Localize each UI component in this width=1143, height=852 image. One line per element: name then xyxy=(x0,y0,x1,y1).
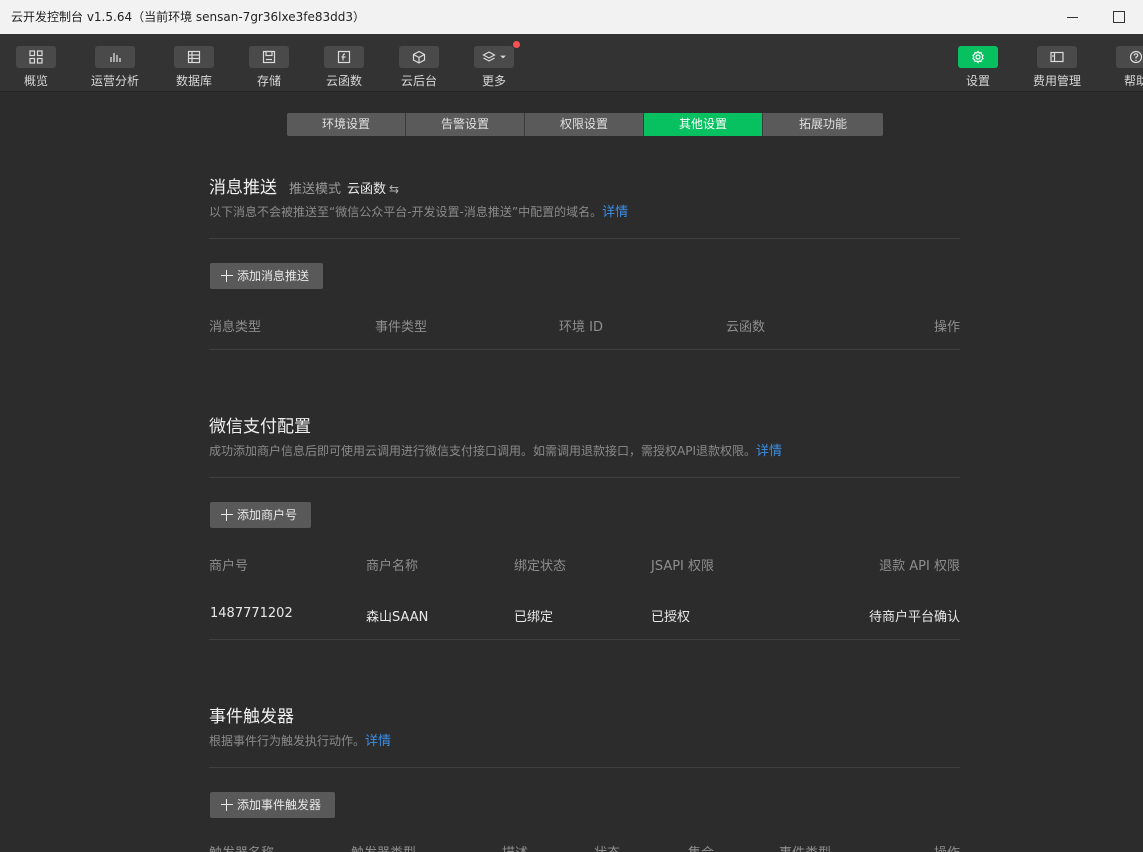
title-bar: 云开发控制台 v1.5.64（当前环境 sensan-7gr36lxe3fe83… xyxy=(0,0,1143,34)
divider xyxy=(209,639,960,640)
billing-icon xyxy=(1050,51,1064,63)
column-header: 事件类型 xyxy=(779,842,831,852)
bind-status: 已绑定 xyxy=(514,610,554,625)
toolbar-label: 概览 xyxy=(23,74,48,88)
window-title: 云开发控制台 v1.5.64（当前环境 sensan-7gr36lxe3fe83… xyxy=(11,10,365,24)
column-header: 消息类型 xyxy=(209,320,262,335)
push-description: 以下消息不会被推送至“微信公众平台-开发设置-消息推送”中配置的域名。详情 xyxy=(209,201,628,220)
toolbar: 概览 运营分析 数据库 存储 云函数 云后台 更多 设置 费用管理 帮助 xyxy=(0,34,1143,92)
layers-icon xyxy=(482,51,496,62)
toolbar-cloud-backend-button[interactable]: 云后台 xyxy=(379,34,459,92)
toolbar-label: 帮助 xyxy=(1123,74,1143,88)
column-header: 操作 xyxy=(933,320,960,335)
merchant-name: 森山SAAN xyxy=(366,610,429,625)
pay-description: 成功添加商户信息后即可使用云调用进行微信支付接口调用。如需调用退款接口，需授权A… xyxy=(209,440,782,459)
toolbar-billing-button[interactable]: 费用管理 xyxy=(1017,34,1097,92)
function-icon xyxy=(337,50,351,64)
column-header: 绑定状态 xyxy=(514,559,567,574)
minimize-button[interactable] xyxy=(1050,0,1096,34)
column-header: 环境 ID xyxy=(559,320,603,335)
plus-icon xyxy=(221,799,233,811)
divider xyxy=(209,767,960,768)
divider xyxy=(209,238,960,239)
toolbar-storage-button[interactable]: 存储 xyxy=(229,34,309,92)
plus-icon xyxy=(221,270,233,282)
push-section-title: 消息推送 推送模式 云函数 ⇆ xyxy=(209,173,399,198)
toolbar-label: 云后台 xyxy=(400,74,437,88)
pay-section-title: 微信支付配置 xyxy=(209,417,311,437)
divider xyxy=(209,477,960,478)
tab-environment-settings[interactable]: 环境设置 xyxy=(287,113,406,136)
column-header: 触发器名称 xyxy=(209,842,274,852)
column-header: 退款 API 权限 xyxy=(879,559,960,574)
tab-alert-settings[interactable]: 告警设置 xyxy=(406,113,525,136)
trigger-detail-link[interactable]: 详情 xyxy=(365,734,391,749)
column-header: 云函数 xyxy=(726,320,766,335)
push-desc-text: 以下消息不会被推送至“微信公众平台-开发设置-消息推送”中配置的域名。 xyxy=(209,205,603,219)
add-merchant-button[interactable]: 添加商户号 xyxy=(210,502,312,528)
tab-extensions[interactable]: 拓展功能 xyxy=(763,113,883,136)
toolbar-label: 数据库 xyxy=(175,74,212,88)
chevron-down-icon xyxy=(500,55,506,59)
help-icon xyxy=(1129,50,1143,64)
bar-chart-icon xyxy=(110,53,121,62)
tab-permission-settings[interactable]: 权限设置 xyxy=(525,113,644,136)
column-header: 操作 xyxy=(934,842,960,852)
push-detail-link[interactable]: 详情 xyxy=(602,205,628,220)
cube-icon xyxy=(412,50,426,64)
add-trigger-button[interactable]: 添加事件触发器 xyxy=(210,792,336,818)
storage-icon xyxy=(262,50,276,64)
database-icon xyxy=(187,50,201,64)
add-push-button[interactable]: 添加消息推送 xyxy=(210,263,324,289)
trigger-desc-text: 根据事件行为触发执行动作。 xyxy=(209,734,366,748)
add-merchant-label: 添加商户号 xyxy=(237,508,298,522)
grid-icon xyxy=(29,50,43,64)
toolbar-label: 费用管理 xyxy=(1032,74,1081,88)
column-header: 集合 xyxy=(688,842,714,852)
add-push-label: 添加消息推送 xyxy=(237,269,310,283)
toolbar-overview-button[interactable]: 概览 xyxy=(0,34,76,92)
toolbar-help-button[interactable]: 帮助 xyxy=(1096,34,1143,92)
swap-icon[interactable]: ⇆ xyxy=(389,182,399,196)
toolbar-label: 云函数 xyxy=(325,74,362,88)
toolbar-functions-button[interactable]: 云函数 xyxy=(304,34,384,92)
toolbar-database-button[interactable]: 数据库 xyxy=(154,34,234,92)
column-header: JSAPI 权限 xyxy=(651,559,715,574)
trigger-section-title: 事件触发器 xyxy=(209,707,294,727)
gear-icon xyxy=(972,50,984,64)
toolbar-more-button[interactable]: 更多 xyxy=(454,34,534,92)
toolbar-settings-button[interactable]: 设置 xyxy=(938,34,1018,92)
merchant-id: 1487771202 xyxy=(210,606,293,621)
divider xyxy=(209,349,960,350)
column-header: 事件类型 xyxy=(375,320,428,335)
column-header: 商户名称 xyxy=(366,559,419,574)
add-trigger-label: 添加事件触发器 xyxy=(237,798,322,812)
toolbar-label: 设置 xyxy=(965,74,990,88)
toolbar-label: 更多 xyxy=(481,74,506,88)
pay-desc-text: 成功添加商户信息后即可使用云调用进行微信支付接口调用。如需调用退款接口，需授权A… xyxy=(209,444,756,458)
column-header: 触发器类型 xyxy=(351,842,416,852)
jsapi-status: 已授权 xyxy=(651,610,691,625)
refund-api-status: 待商户平台确认 xyxy=(868,610,960,625)
maximize-button[interactable] xyxy=(1095,0,1141,34)
column-header: 商户号 xyxy=(209,559,249,574)
push-mode-value[interactable]: 云函数 xyxy=(347,182,386,197)
push-title: 消息推送 xyxy=(209,178,277,198)
push-mode-label: 推送模式 xyxy=(289,182,342,197)
column-header: 描述 xyxy=(502,842,528,852)
toolbar-label: 存储 xyxy=(256,74,281,88)
toolbar-label: 运营分析 xyxy=(90,74,139,88)
column-header: 状态 xyxy=(594,842,620,852)
pay-detail-link[interactable]: 详情 xyxy=(756,444,782,459)
settings-tabs: 环境设置 告警设置 权限设置 其他设置 拓展功能 xyxy=(287,113,883,136)
plus-icon xyxy=(221,509,233,521)
notification-badge xyxy=(513,41,520,48)
trigger-description: 根据事件行为触发执行动作。详情 xyxy=(209,730,391,749)
tab-other-settings[interactable]: 其他设置 xyxy=(644,113,763,136)
toolbar-analytics-button[interactable]: 运营分析 xyxy=(75,34,155,92)
